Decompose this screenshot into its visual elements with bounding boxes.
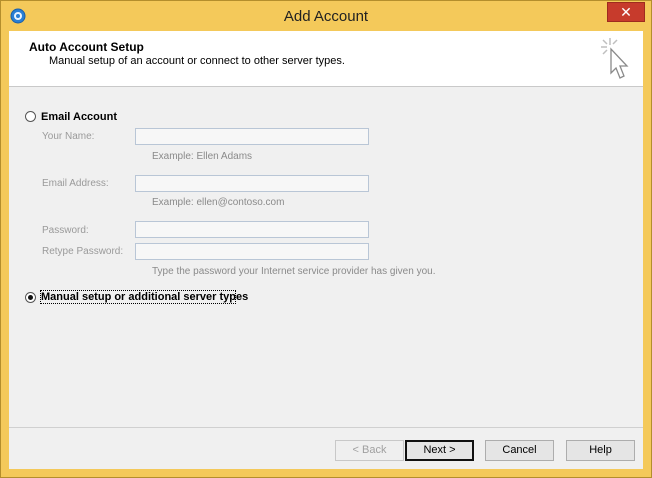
add-account-window: Add Account ✕ Auto Account Setup Manual … bbox=[0, 0, 652, 478]
email-address-field[interactable] bbox=[135, 175, 369, 192]
email-account-radio[interactable] bbox=[25, 111, 36, 122]
your-name-label: Your Name: bbox=[42, 131, 95, 142]
cancel-button[interactable]: Cancel bbox=[485, 440, 554, 461]
help-button[interactable]: Help bbox=[566, 440, 635, 461]
password-hint: Type the password your Internet service … bbox=[152, 266, 436, 277]
button-separator bbox=[9, 427, 643, 428]
close-icon: ✕ bbox=[620, 4, 632, 20]
retype-password-field[interactable] bbox=[135, 243, 369, 260]
password-field[interactable] bbox=[135, 221, 369, 238]
email-address-label: Email Address: bbox=[42, 178, 109, 189]
header-title: Auto Account Setup bbox=[29, 40, 144, 54]
next-button[interactable]: Next > bbox=[405, 440, 474, 461]
manual-setup-radio[interactable] bbox=[25, 292, 36, 303]
email-account-label[interactable]: Email Account bbox=[41, 111, 117, 123]
your-name-hint: Example: Ellen Adams bbox=[152, 151, 253, 162]
your-name-field[interactable] bbox=[135, 128, 369, 145]
email-address-hint: Example: ellen@contoso.com bbox=[152, 197, 285, 208]
dialog-client-area: Auto Account Setup Manual setup of an ac… bbox=[9, 31, 643, 469]
click-cursor-icon bbox=[601, 38, 629, 79]
title-bar[interactable]: Add Account ✕ bbox=[1, 1, 651, 31]
close-button[interactable]: ✕ bbox=[607, 2, 645, 22]
wizard-header: Auto Account Setup Manual setup of an ac… bbox=[9, 31, 643, 87]
retype-password-label: Retype Password: bbox=[42, 246, 124, 257]
window-title: Add Account bbox=[283, 8, 369, 25]
password-label: Password: bbox=[42, 225, 89, 236]
manual-setup-label[interactable]: Manual setup or additional server types bbox=[41, 291, 248, 303]
back-button[interactable]: < Back bbox=[335, 440, 404, 461]
header-subtitle: Manual setup of an account or connect to… bbox=[49, 55, 345, 67]
